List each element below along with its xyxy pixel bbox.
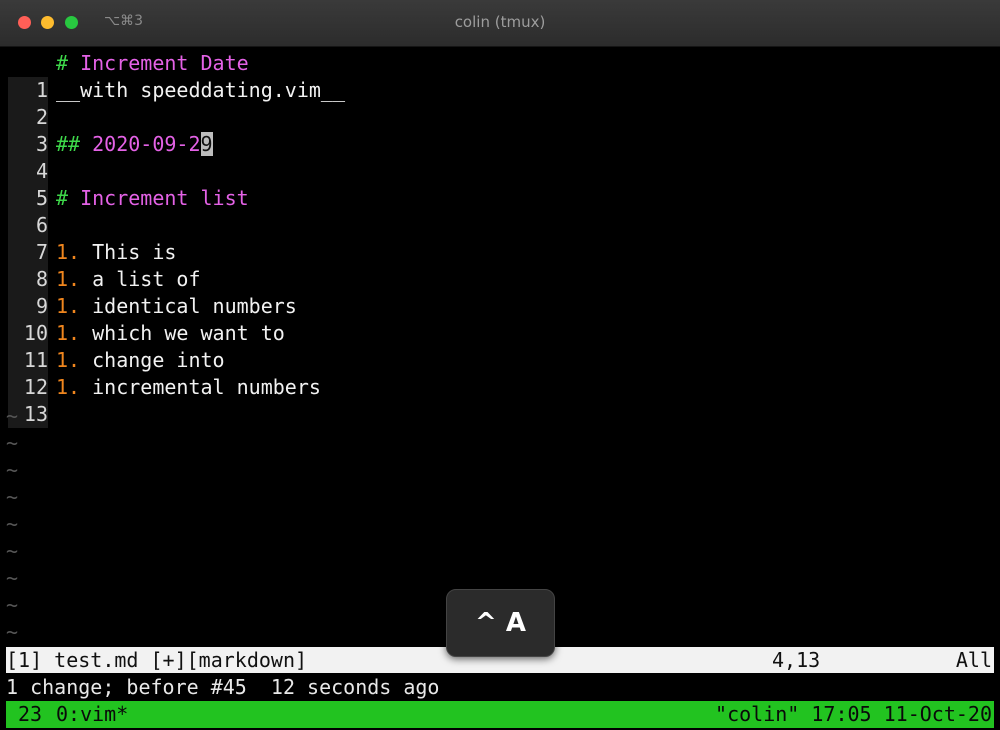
editor-line: 5 bbox=[0, 158, 1000, 212]
vim-editor[interactable]: 1 # Increment Date 2 __with speeddating.… bbox=[0, 48, 1000, 645]
list-item-text: incremental numbers bbox=[80, 375, 321, 399]
line-text: __with speeddating.vim__ bbox=[56, 78, 345, 102]
tmux-window-tab[interactable]: 0:vim* bbox=[56, 701, 128, 728]
editor-line: 10 1. identical numbers bbox=[0, 293, 1000, 347]
editor-line: 13 1. incremental numbers bbox=[0, 374, 1000, 428]
empty-line-tilde: ~ bbox=[6, 593, 19, 617]
editor-line: 3 bbox=[0, 104, 1000, 158]
command-message: 1 change; before #45 12 seconds ago bbox=[6, 675, 440, 699]
empty-line-tilde: ~ bbox=[6, 431, 19, 455]
cursor-position: 4,13 bbox=[772, 648, 821, 672]
editor-line: 6 # Increment list bbox=[0, 185, 1000, 239]
list-marker: 1. bbox=[56, 294, 81, 318]
terminal-window: ⌥⌘3 colin (tmux) 1 # Increment Date 2 __… bbox=[0, 0, 1000, 730]
list-item-text: which we want to bbox=[80, 321, 285, 345]
list-marker: 1. bbox=[56, 375, 81, 399]
heading-hash: ## bbox=[56, 132, 81, 156]
heading-hash: # bbox=[56, 186, 69, 210]
editor-line: 1 # Increment Date bbox=[0, 50, 1000, 104]
list-item-text: change into bbox=[80, 348, 225, 372]
tmux-session-number: 23 bbox=[18, 702, 43, 726]
list-item-text: a list of bbox=[80, 267, 201, 291]
editor-line: 11 1. which we want to bbox=[0, 320, 1000, 374]
keystroke-overlay: ^ A bbox=[446, 589, 555, 657]
window-title: colin (tmux) bbox=[454, 13, 546, 31]
empty-line-tilde: ~ bbox=[6, 566, 19, 590]
empty-line-tilde: ~ bbox=[6, 620, 19, 644]
editor-line: 9 1. a list of bbox=[0, 266, 1000, 320]
editor-line: 8 1. This is bbox=[0, 239, 1000, 293]
editor-line: 7 bbox=[0, 212, 1000, 266]
empty-line-tilde: ~ bbox=[6, 485, 19, 509]
buffer-info: [1] test.md [+][markdown] bbox=[6, 648, 308, 672]
heading-text: Increment list bbox=[68, 186, 249, 210]
title-bar: ⌥⌘3 colin (tmux) bbox=[0, 0, 1000, 47]
date-text: 2020-09-2 bbox=[80, 132, 201, 156]
empty-line-tilde: ~ bbox=[6, 458, 19, 482]
heading-text: Increment Date bbox=[68, 51, 249, 75]
text-cursor: 9 bbox=[200, 132, 213, 156]
empty-line-tilde: ~ bbox=[6, 539, 19, 563]
list-marker: 1. bbox=[56, 348, 81, 372]
list-marker: 1. bbox=[56, 240, 81, 264]
editor-line: 12 1. change into bbox=[0, 347, 1000, 401]
editor-line: 4 ## 2020-09-29 bbox=[0, 131, 1000, 185]
empty-line-tilde: ~ bbox=[6, 512, 19, 536]
list-item-text: identical numbers bbox=[80, 294, 297, 318]
tmux-status-bar: 23 0:vim* "colin" 17:05 11-Oct-20 bbox=[6, 701, 994, 728]
editor-line: 2 __with speeddating.vim__ bbox=[0, 77, 1000, 131]
heading-hash: # bbox=[56, 51, 69, 75]
empty-line-tilde: ~ bbox=[6, 404, 19, 428]
list-marker: 1. bbox=[56, 267, 81, 291]
tmux-status-right: "colin" 17:05 11-Oct-20 bbox=[715, 702, 992, 726]
list-marker: 1. bbox=[56, 321, 81, 345]
list-item-text: This is bbox=[80, 240, 177, 264]
scroll-indicator: All bbox=[955, 648, 992, 672]
